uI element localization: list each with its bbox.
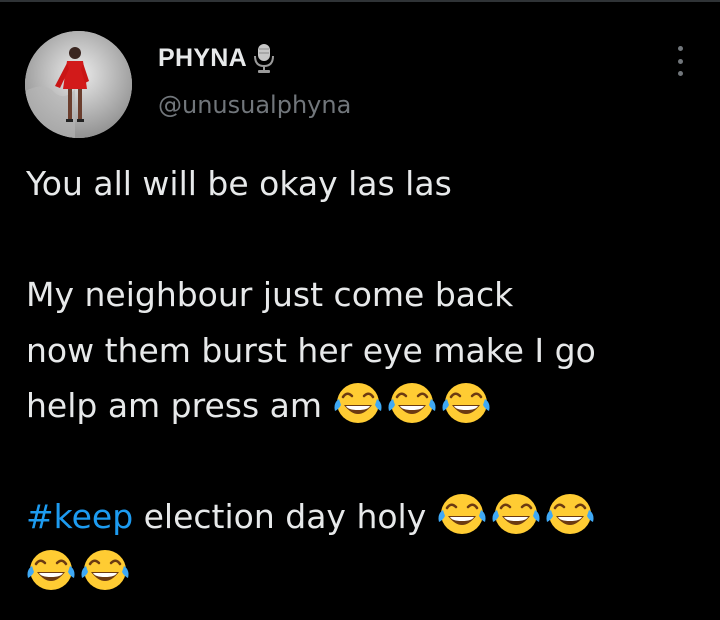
tweet-line-4-text: help am press am	[26, 386, 323, 425]
tears-of-joy-emoji	[491, 490, 541, 538]
tweet-line-4: help am press am	[26, 378, 706, 434]
tweet-line-6	[26, 545, 706, 601]
tweet-line-1: You all will be okay las las	[26, 164, 452, 203]
avatar[interactable]	[25, 31, 132, 138]
tweet-line-2: My neighbour just come back	[26, 275, 514, 314]
tears-of-joy-emoji	[80, 546, 130, 594]
more-options-icon[interactable]	[670, 46, 690, 76]
microphone-icon	[253, 42, 275, 74]
tweet-line-3: now them burst her eye make I go	[26, 330, 596, 370]
tears-of-joy-emoji	[387, 379, 437, 427]
tears-of-joy-emoji	[545, 490, 595, 538]
tears-of-joy-emoji	[333, 379, 383, 427]
hashtag-link[interactable]: #keep	[26, 497, 133, 536]
profile-photo	[25, 31, 132, 138]
tears-of-joy-emoji	[437, 490, 487, 538]
tears-of-joy-emoji	[26, 546, 76, 594]
top-divider	[0, 0, 720, 2]
tears-of-joy-emoji	[441, 379, 491, 427]
tweet-line-5: #keep election day holy	[26, 489, 706, 545]
tweet-line-5-text: election day holy	[133, 497, 427, 536]
tweet-text: You all will be okay las las My neighbou…	[26, 156, 706, 600]
author-name-row: PHYNA	[158, 42, 275, 74]
author-handle[interactable]: @unusualphyna	[158, 91, 351, 119]
author-name[interactable]: PHYNA	[158, 44, 247, 73]
